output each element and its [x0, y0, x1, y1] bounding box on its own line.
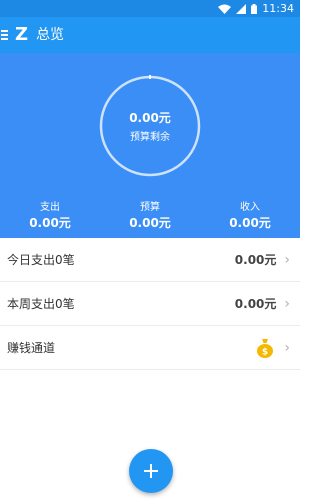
budget-summary-panel: 0.00元 预算剩余 支出 0.00元 预算 0.00元 收入 0.00元 — [0, 53, 300, 238]
chevron-right-icon: › — [284, 251, 290, 268]
overview-list: 今日支出0笔 0.00元 › 本周支出0笔 0.00元 › 赚钱通道 $ › — [0, 238, 300, 370]
battery-icon — [251, 3, 258, 14]
stat-income-value: 0.00元 — [229, 216, 271, 230]
stat-budget-value: 0.00元 — [129, 216, 171, 230]
budget-remaining: 0.00元 预算剩余 — [98, 74, 202, 178]
stat-income-label: 收入 — [240, 202, 260, 213]
chevron-right-icon: › — [284, 295, 290, 312]
add-record-button[interactable] — [129, 449, 173, 493]
page-title: 总览 — [36, 27, 65, 43]
list-item-label: 今日支出0笔 — [7, 253, 75, 267]
signal-icon — [236, 3, 247, 14]
status-bar: 11:34 — [0, 0, 300, 17]
budget-remaining-label: 预算剩余 — [130, 132, 170, 143]
stat-budget[interactable]: 预算 0.00元 — [100, 201, 200, 233]
list-item-earn-money[interactable]: 赚钱通道 $ › — [0, 326, 300, 370]
svg-text:$: $ — [262, 347, 268, 357]
app-bar: Z 总览 — [0, 17, 300, 53]
menu-icon[interactable] — [0, 17, 12, 53]
list-item-label: 赚钱通道 — [7, 341, 56, 355]
stat-income[interactable]: 收入 0.00元 — [200, 201, 300, 233]
plus-icon — [144, 464, 158, 478]
wifi-icon — [218, 4, 232, 14]
list-item-today-expense[interactable]: 今日支出0笔 0.00元 › — [0, 238, 300, 282]
list-item-week-expense[interactable]: 本周支出0笔 0.00元 › — [0, 282, 300, 326]
budget-remaining-amount: 0.00元 — [129, 111, 171, 125]
status-time: 11:34 — [262, 2, 294, 15]
stat-expense-label: 支出 — [40, 202, 60, 213]
stat-expense[interactable]: 支出 0.00元 — [0, 201, 100, 233]
stat-expense-value: 0.00元 — [29, 216, 71, 230]
app-logo: Z — [15, 24, 29, 45]
list-item-value: 0.00元 — [234, 297, 277, 311]
list-item-value: 0.00元 — [234, 253, 277, 267]
list-item-label: 本周支出0笔 — [7, 297, 75, 311]
summary-stats: 支出 0.00元 预算 0.00元 收入 0.00元 — [0, 201, 300, 233]
money-bag-icon: $ — [257, 338, 274, 358]
chevron-right-icon: › — [284, 339, 290, 356]
stat-budget-label: 预算 — [140, 202, 160, 213]
